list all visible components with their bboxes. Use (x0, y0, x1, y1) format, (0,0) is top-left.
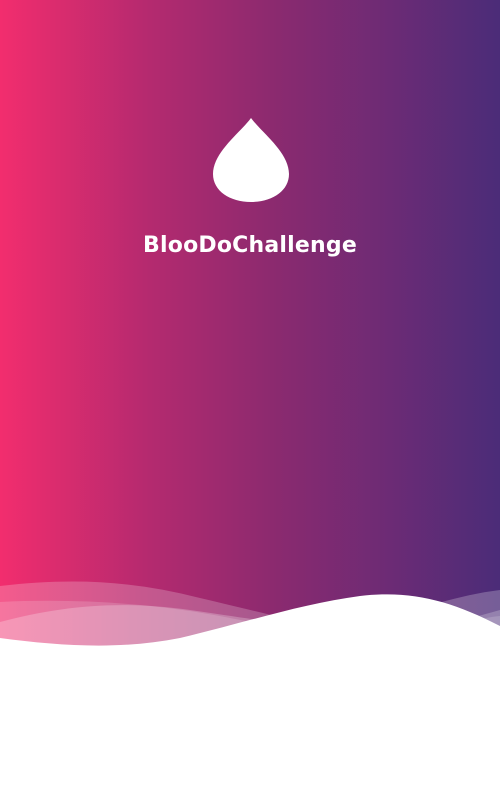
splash-screen: BlooDoChallenge (0, 0, 500, 800)
blood-drop-icon (213, 118, 289, 202)
app-title: BlooDoChallenge (143, 233, 357, 258)
wave-decoration (0, 581, 500, 800)
